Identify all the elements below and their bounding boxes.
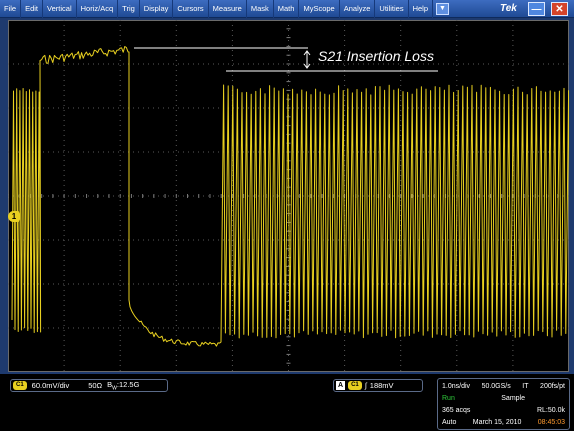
vertical-scale: 60.0mV/div [31,381,70,390]
acq-count: 365 acqs [442,407,471,414]
timebase: 1.0ns/div [442,383,471,390]
channel-ground-marker[interactable]: 1 [8,211,20,222]
menu-utilities[interactable]: Utilities [375,0,409,18]
menu-vertical[interactable]: Vertical [43,0,77,18]
acq-mode: Sample [501,395,525,402]
trigger-slope-icon: ∫ [364,381,367,390]
minimize-icon: — [531,3,542,15]
date: March 15, 2010 [472,419,522,426]
waveform-graticule [8,20,569,372]
acq-row-state: Run Sample [442,393,565,405]
bandwidth: BW:12.5G [107,380,139,392]
input-impedance: 50Ω [88,381,103,390]
down-arrow-icon: ▼ [439,5,446,12]
sample-rate: 50.0GS/s [481,383,511,390]
close-icon: ✕ [555,3,564,15]
trigger-mode: Auto [442,419,457,426]
status-bar: C1 60.0mV/div 50Ω BW:12.5G A C1 ∫ 188mV … [0,374,574,431]
acq-row-count: 365 acqs RL:50.0k [442,405,565,417]
menu-edit[interactable]: Edit [21,0,44,18]
acq-row-date: Auto March 15, 2010 08:45:03 [442,417,565,429]
menu-trig[interactable]: Trig [118,0,140,18]
menu-analyze[interactable]: Analyze [340,0,376,18]
trigger-level: 188mV [369,381,394,390]
acq-row-timebase: 1.0ns/div 50.0GS/s IT 200fs/pt [442,381,565,393]
run-state: Run [442,395,455,402]
bw-value: :12.5G [116,379,140,389]
menu-help[interactable]: Help [409,0,434,18]
waveform-display[interactable]: S21 Insertion Loss 1 [8,20,569,372]
close-button[interactable]: ✕ [551,2,568,16]
minimize-button[interactable]: — [528,2,545,16]
annotation-label: S21 Insertion Loss [318,48,434,64]
trigger-readout[interactable]: A C1 ∫ 188mV [333,379,423,392]
trigger-mode-badge: A [336,381,346,390]
menu-file[interactable]: File [0,0,22,18]
channel-badge: C1 [13,381,27,390]
record-length: RL:50.0k [536,407,565,414]
menu-cursors[interactable]: Cursors [173,0,209,18]
acquisition-readout[interactable]: 1.0ns/div 50.0GS/s IT 200fs/pt Run Sampl… [437,378,570,430]
menu-mask[interactable]: Mask [247,0,274,18]
menu-myscope[interactable]: MyScope [299,0,340,18]
trigger-source-badge: C1 [348,381,362,390]
resolution: 200fs/pt [540,383,565,390]
menu-display[interactable]: Display [140,0,174,18]
menu-horiz-acq[interactable]: Horiz/Acq [77,0,119,18]
interpolation: IT [522,383,529,390]
brand-logo: Tek [500,3,517,14]
time: 08:45:03 [537,419,565,426]
menu-bar: File Edit Vertical Horiz/Acq Trig Displa… [0,0,574,18]
vertical-readout[interactable]: C1 60.0mV/div 50Ω BW:12.5G [10,379,168,392]
menu-dropdown-button[interactable]: ▼ [436,2,450,15]
menu-math[interactable]: Math [274,0,300,18]
menu-measure[interactable]: Measure [209,0,247,18]
